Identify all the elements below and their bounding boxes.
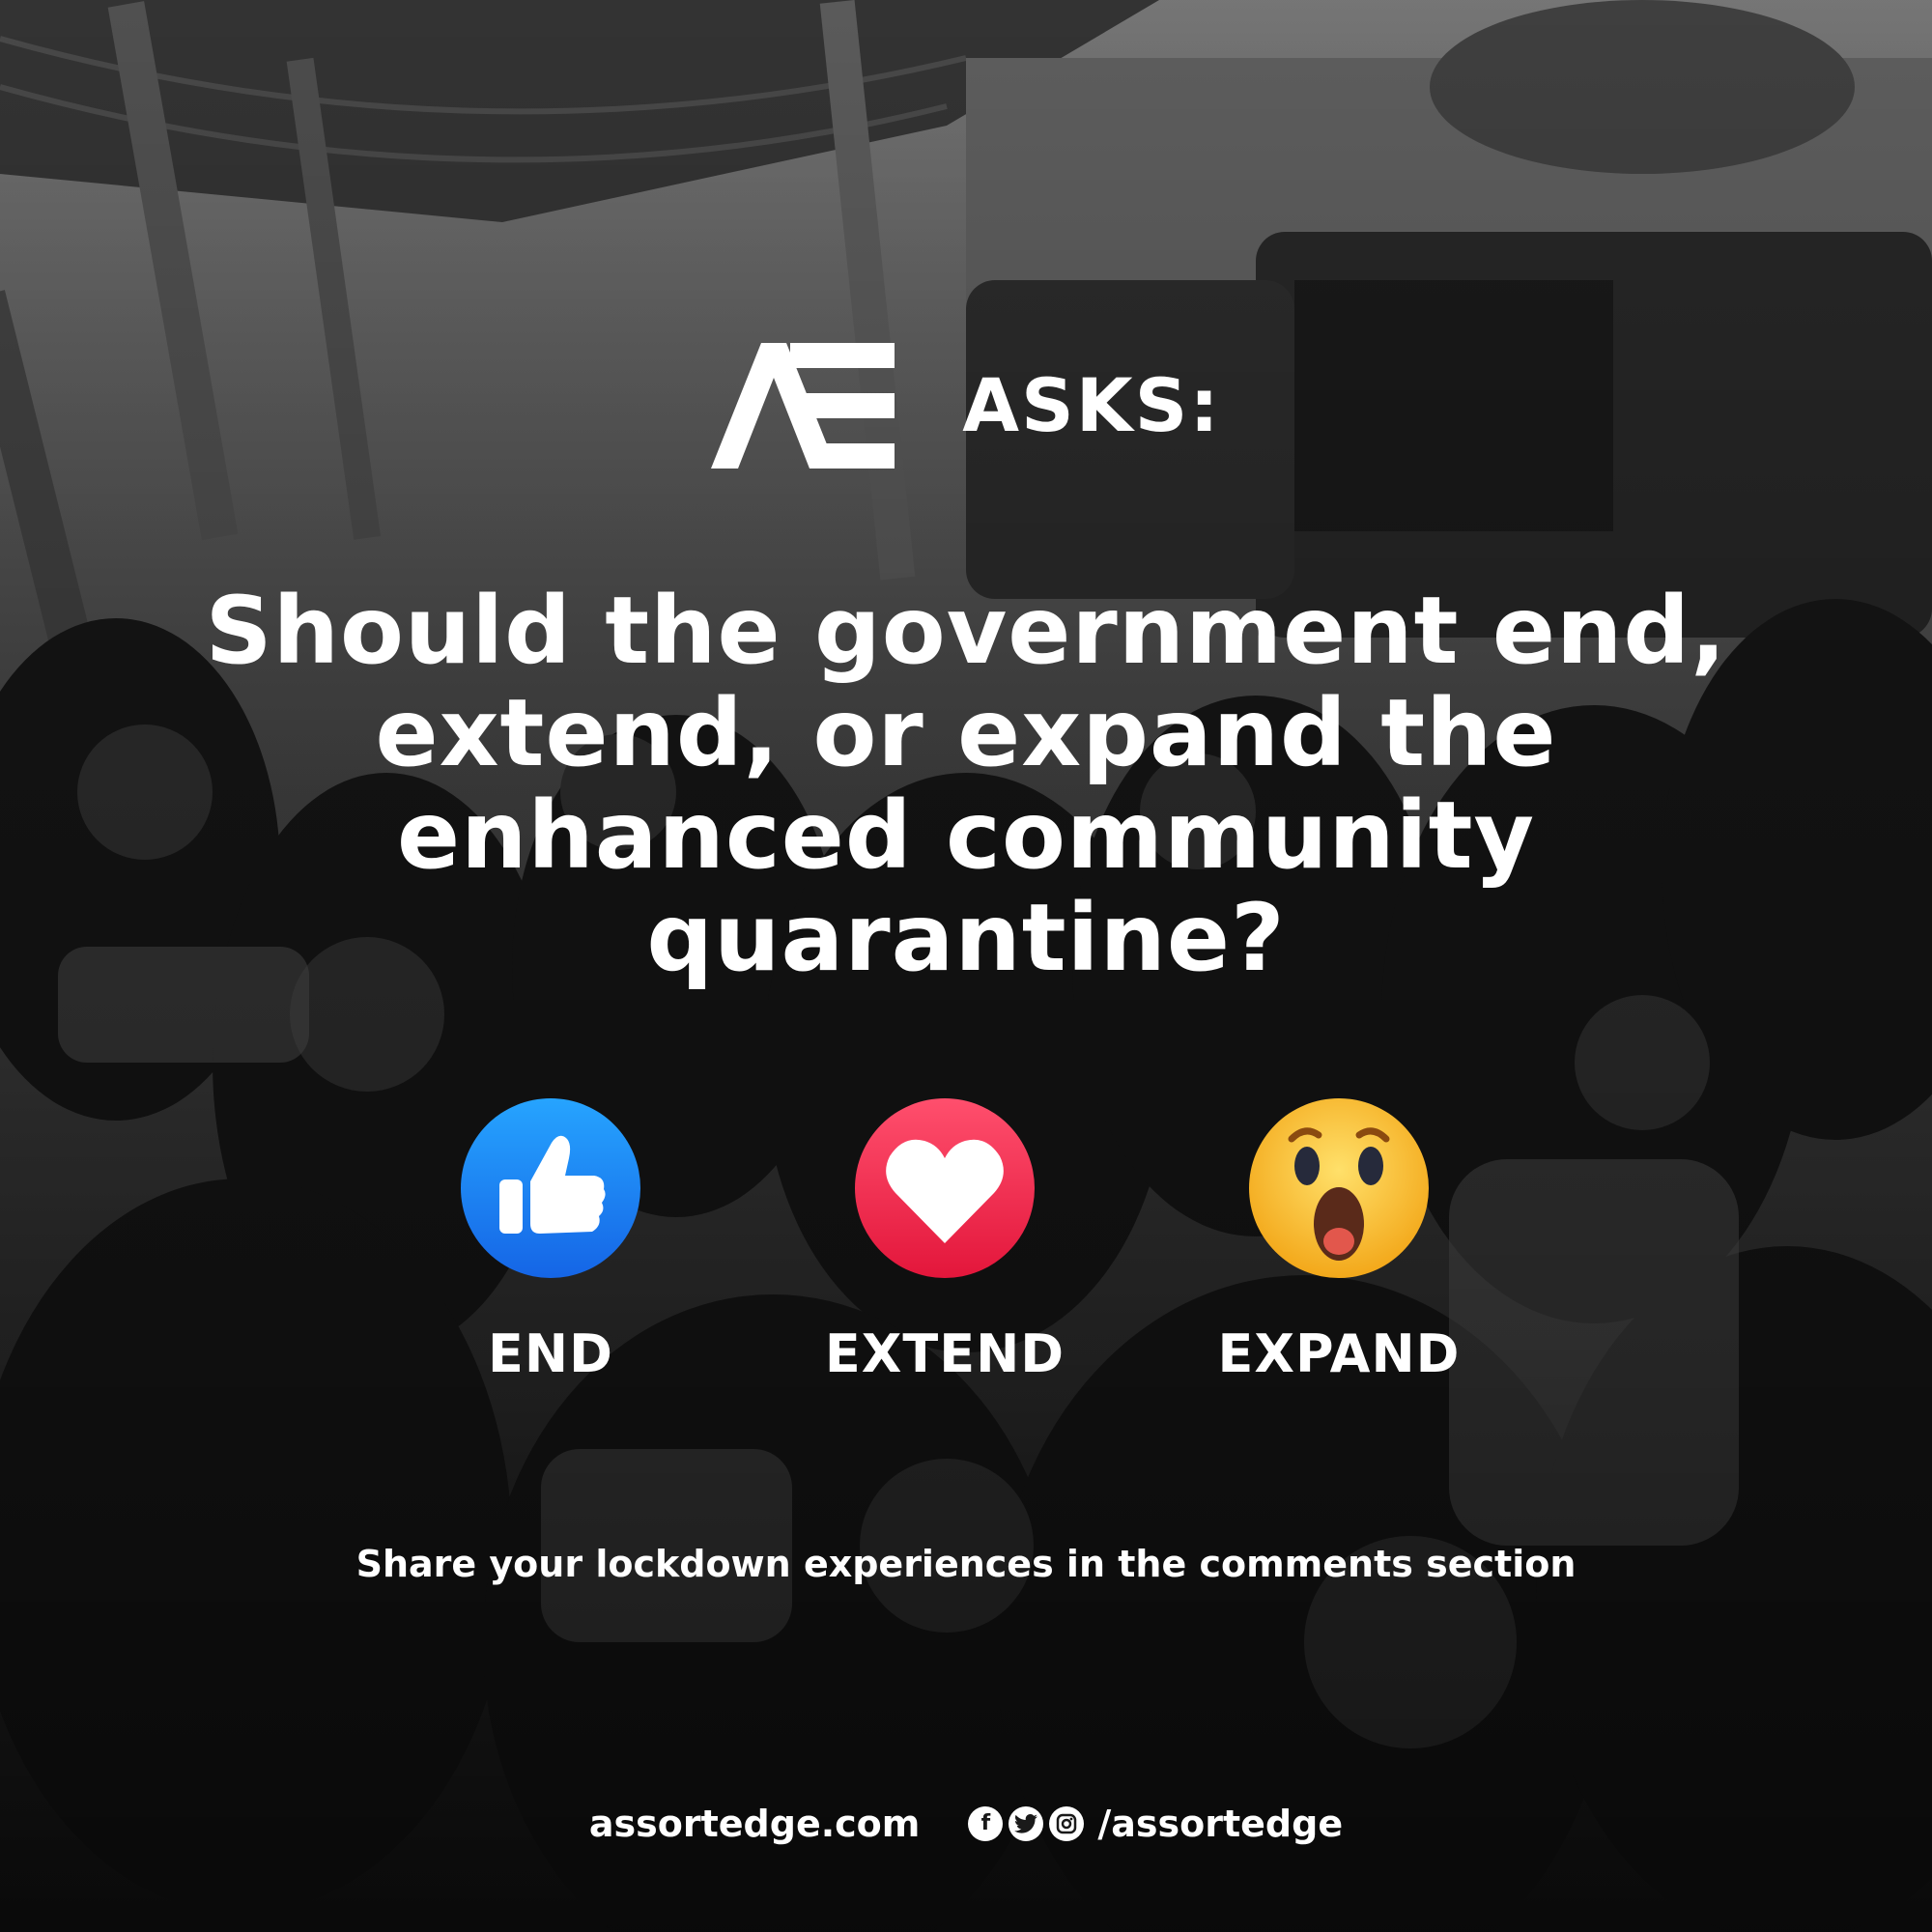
- reaction-end-label: END: [488, 1323, 613, 1384]
- header: ASKS:: [0, 343, 1932, 469]
- share-prompt: Share your lockdown experiences in the c…: [355, 1543, 1577, 1585]
- reaction-extend-label: EXTEND: [824, 1323, 1065, 1384]
- reaction-end[interactable]: END: [396, 1096, 705, 1386]
- reaction-extend[interactable]: EXTEND: [790, 1096, 1099, 1386]
- reaction-expand[interactable]: EXPAND: [1184, 1096, 1493, 1386]
- instagram-icon[interactable]: [1049, 1806, 1085, 1841]
- love-icon: [853, 1096, 1037, 1280]
- reaction-options: END EXTEND EXPAND: [0, 1096, 1932, 1386]
- social-handle[interactable]: /assortedge: [1097, 1803, 1343, 1845]
- website-link[interactable]: assortedge.com: [589, 1803, 921, 1845]
- question-text: Should the government end, extend, or ex…: [205, 577, 1727, 992]
- footer: assortedge.com f /assortedge: [0, 1795, 1932, 1853]
- reaction-expand-label: EXPAND: [1217, 1323, 1461, 1384]
- social-links: f /assortedge: [968, 1803, 1343, 1845]
- asks-heading: ASKS:: [962, 362, 1221, 448]
- poster: ASKS: Should the government end, extend,…: [0, 0, 1932, 1932]
- wow-icon: [1247, 1096, 1431, 1280]
- like-icon: [459, 1096, 642, 1280]
- ae-logo: [711, 343, 895, 469]
- twitter-icon[interactable]: [1009, 1806, 1044, 1841]
- facebook-icon[interactable]: f: [968, 1806, 1004, 1841]
